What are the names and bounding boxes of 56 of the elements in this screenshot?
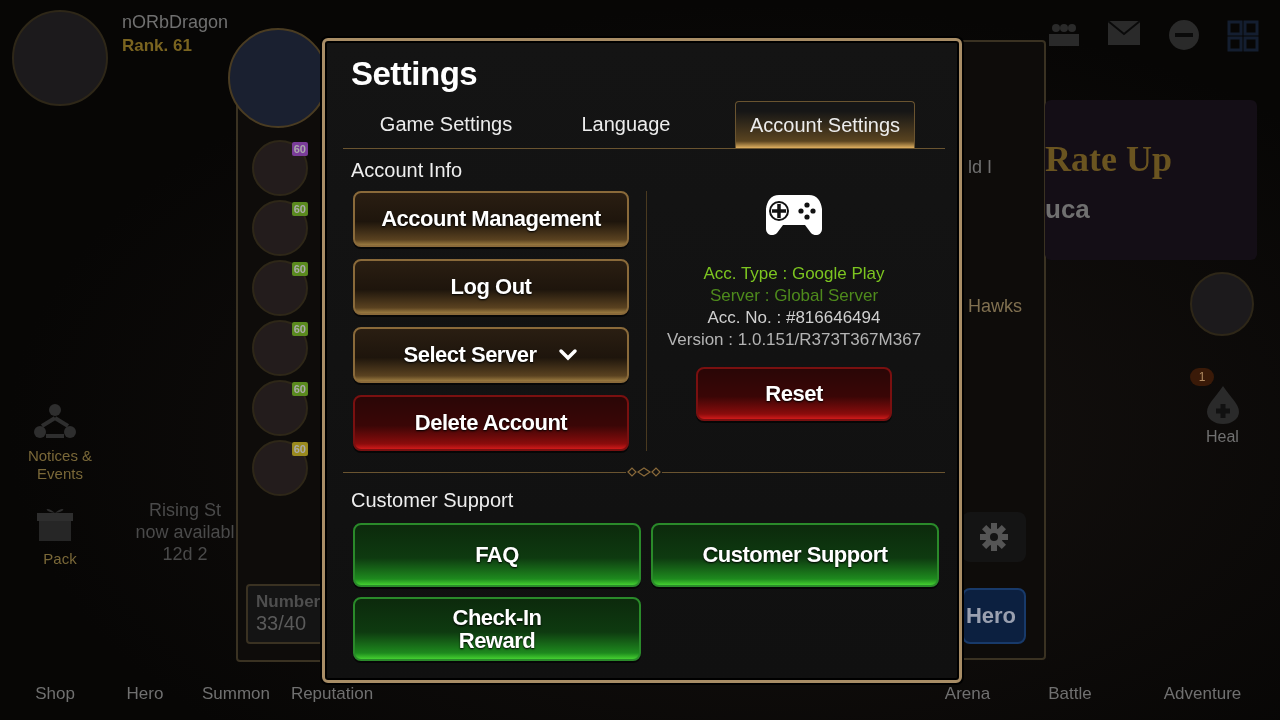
mail-icon[interactable] [1107,20,1141,46]
hero-level-badge: 60 [291,382,308,396]
dialog-title: Settings [351,55,479,94]
chevron-down-icon [558,348,579,362]
rate-up-banner[interactable] [1045,100,1257,260]
tab[interactable]: Language [541,101,711,148]
hero-count-value: 33/40 [256,612,308,635]
settings-icon [979,522,1009,552]
section-heading: Account Info [351,159,464,183]
tab[interactable]: Game Settings [351,101,541,148]
button[interactable]: Customer Support [651,523,939,587]
hero-count-label: Number [256,592,320,612]
event-banner-text: Rising St [148,500,222,521]
guild-rank: ld I [968,157,992,178]
guild-name: Hawks [968,296,1022,317]
button[interactable]: FAQ [353,523,641,587]
grid-icon[interactable] [1227,20,1259,52]
settings-button[interactable] [962,512,1026,562]
hero-button[interactable]: Hero [962,588,1026,644]
section-heading: Customer Support [351,489,515,513]
nav-label[interactable]: Adventure [1125,684,1280,704]
banner-title: Rate Up [1045,138,1172,180]
nav-label[interactable]: Arena [920,684,1015,704]
tab[interactable]: Account Settings [735,101,915,148]
button[interactable]: Log Out [353,259,629,315]
side-menu-label[interactable]: Notices & Events [12,447,108,483]
account-detail: Version : 1.0.151/R373T367M367 [666,329,922,351]
hero-level-badge: 60 [291,322,308,336]
button[interactable]: Delete Account [353,395,629,451]
button[interactable]: Account Management [353,191,629,247]
nav-label[interactable]: Shop [10,684,100,704]
dropdown-button[interactable]: Select Server [353,327,629,383]
hero-level-badge: 60 [291,442,308,456]
event-banner-text: now availabl [134,522,236,543]
nav-label[interactable]: Hero [100,684,190,704]
gamepad-icon [765,193,823,237]
heal-icon[interactable] [1205,384,1241,424]
account-detail: Acc. Type : Google Play [703,263,885,285]
heal-label[interactable]: Heal [1206,428,1239,446]
account-detail: Acc. No. : #816646494 [707,307,881,329]
hero-level-badge: 60 [291,202,308,216]
hero-level-badge: 60 [291,142,308,156]
nav-label[interactable]: Summon [190,684,282,704]
banner-hero-name: uca [1045,194,1090,225]
nav-label[interactable]: Battle [1015,684,1125,704]
player-rank: Rank. 61 [122,36,192,56]
event-banner-text: 12d 2 [161,544,209,565]
ornament-icon [626,467,662,477]
button[interactable]: Check-In Reward [353,597,641,661]
hero-level-badge: 60 [291,262,308,276]
nav-label[interactable]: Reputation [282,684,382,704]
button[interactable]: Reset [696,367,892,421]
heal-count-badge: 1 [1190,368,1214,386]
side-menu-label[interactable]: Pack [12,550,108,568]
account-detail: Server : Global Server [709,285,879,307]
player-name: nORbDragon [122,12,229,33]
